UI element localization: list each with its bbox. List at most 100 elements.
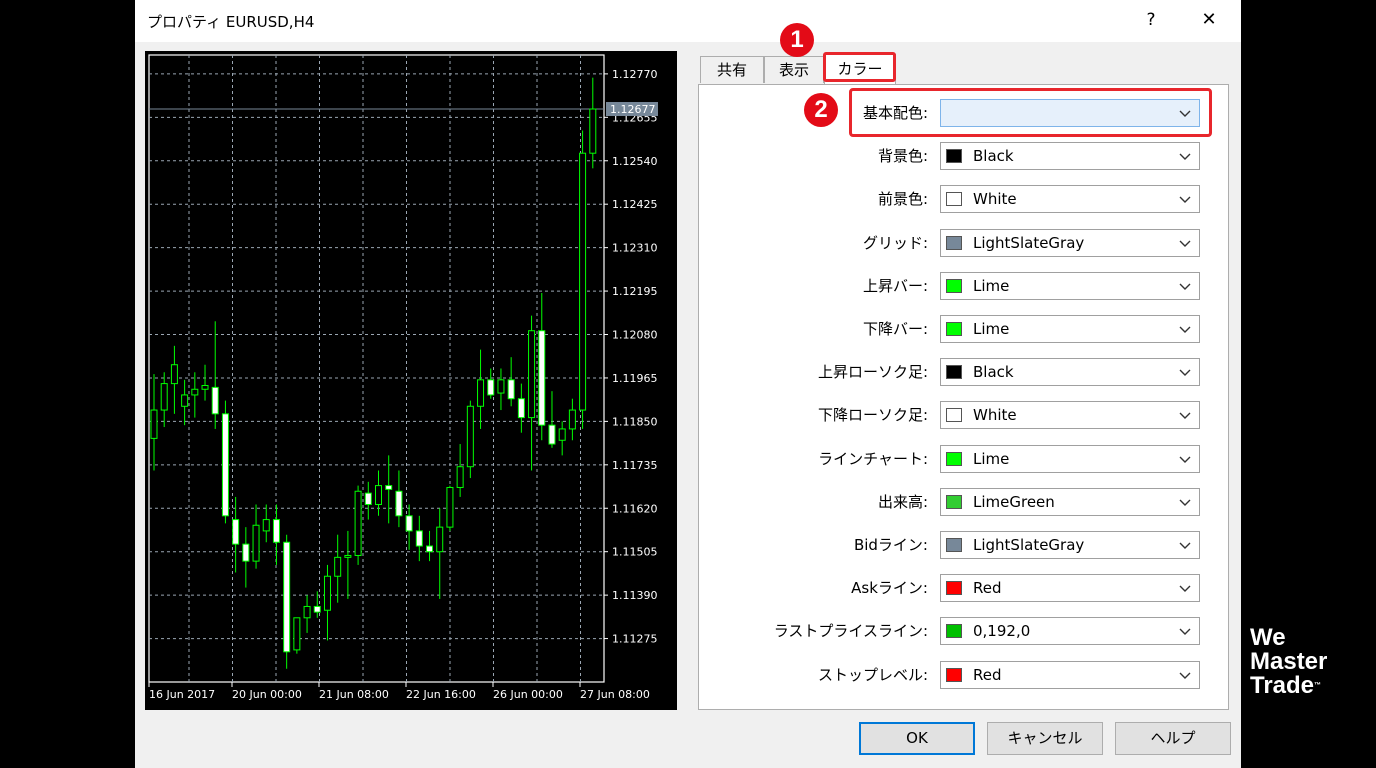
candle-body — [456, 466, 464, 488]
color-row-label: 下降バー: — [862, 320, 928, 338]
price-label: 1.12195 — [612, 285, 658, 298]
time-label: 22 Jun 16:00 — [406, 688, 476, 701]
candle-body — [517, 398, 525, 419]
color-row-label: 背景色: — [877, 147, 928, 166]
chevron-down-icon — [1179, 326, 1191, 333]
candle-body — [283, 541, 291, 653]
candle-body — [466, 405, 474, 468]
candle-body — [436, 526, 444, 553]
color-row-label: ラインチャート: — [818, 449, 928, 468]
color-row-label: 上昇バー: — [862, 276, 928, 295]
color-select[interactable]: 0,192,0 — [940, 617, 1200, 646]
color-select[interactable]: Red — [940, 660, 1200, 689]
color-row-label: ラストプライスライン: — [773, 622, 928, 641]
candle-body — [426, 545, 434, 553]
ok-button[interactable]: OK — [859, 722, 975, 755]
highlight-color-scheme-row — [849, 88, 1212, 137]
candle-body — [558, 428, 566, 441]
color-select[interactable]: LimeGreen — [940, 487, 1200, 516]
color-swatch — [946, 581, 962, 596]
help-button[interactable]: ヘルプ — [1115, 722, 1231, 755]
price-label: 1.12770 — [612, 68, 658, 81]
chevron-down-icon — [1179, 283, 1191, 290]
candle-body — [334, 556, 342, 577]
color-swatch — [946, 365, 962, 380]
price-label: 1.12080 — [612, 329, 658, 342]
chevron-down-icon — [1179, 456, 1191, 463]
color-select-value: Red — [973, 665, 1002, 684]
color-select-value: LightSlateGray — [973, 233, 1085, 252]
color-swatch — [946, 192, 962, 207]
candle-body — [160, 383, 168, 411]
candle-body — [191, 388, 199, 396]
candle-body — [589, 108, 597, 154]
color-select-value: LimeGreen — [973, 492, 1055, 511]
color-select[interactable]: Red — [940, 574, 1200, 603]
color-select[interactable]: Black — [940, 142, 1200, 171]
chevron-down-icon — [1179, 628, 1191, 636]
color-row-label: グリッド: — [862, 233, 928, 252]
price-label: 1.11620 — [612, 502, 658, 515]
time-label: 21 Jun 08:00 — [319, 688, 389, 701]
chevron-down-icon — [1179, 412, 1191, 420]
color-select[interactable]: LightSlateGray — [940, 228, 1200, 257]
cancel-button[interactable]: キャンセル — [987, 722, 1103, 755]
candle-body — [497, 379, 505, 394]
logo-tm: ™ — [1314, 682, 1322, 689]
tab-bar: 共有 表示 カラー — [700, 54, 1229, 84]
color-swatch — [946, 451, 962, 466]
current-price-label: 1.12677 — [610, 103, 656, 116]
candle-body — [344, 554, 352, 558]
color-swatch — [946, 667, 962, 682]
price-label: 1.11965 — [612, 372, 658, 385]
price-label: 1.12425 — [612, 198, 658, 211]
color-row-label: Bidライン: — [853, 536, 928, 554]
candlestick-chart: 1.127701.126551.125401.124251.123101.121… — [148, 54, 658, 701]
help-icon[interactable]: ? — [1138, 6, 1164, 34]
color-swatch — [946, 322, 962, 336]
title-bar: プロパティ EURUSD,H4 ? ✕ — [135, 0, 1241, 42]
color-select[interactable]: Lime — [940, 315, 1200, 343]
color-select-value: White — [973, 406, 1017, 425]
candle-body — [568, 409, 576, 430]
chevron-down-icon — [1179, 196, 1191, 204]
price-label: 1.11275 — [612, 633, 658, 646]
color-select[interactable]: Black — [940, 358, 1200, 387]
color-select[interactable]: White — [940, 401, 1200, 430]
candle-body — [507, 379, 515, 400]
color-select[interactable]: Lime — [940, 444, 1200, 473]
time-label: 20 Jun 00:00 — [232, 688, 302, 701]
candle-body — [150, 409, 158, 439]
color-select-value: Lime — [973, 449, 1010, 468]
candle-body — [303, 605, 311, 619]
color-select[interactable]: Lime — [940, 271, 1200, 300]
candle-body — [232, 519, 240, 545]
color-swatch — [946, 408, 962, 423]
color-select-value: White — [973, 190, 1017, 209]
candle-body — [170, 364, 178, 385]
close-icon[interactable]: ✕ — [1193, 6, 1225, 34]
time-label: 16 Jun 2017 — [149, 688, 215, 701]
candle-body — [293, 617, 301, 651]
color-select-value: Black — [973, 147, 1014, 166]
chart-frame — [148, 54, 605, 683]
candle-body — [528, 330, 536, 419]
color-select-value: LightSlateGray — [973, 536, 1085, 554]
color-select[interactable]: White — [940, 185, 1200, 214]
wemastertrade-logo: We Master Trade™ — [1250, 626, 1360, 698]
color-row-label: 前景色: — [877, 190, 928, 209]
price-label: 1.11505 — [612, 546, 658, 559]
candle-body — [354, 490, 362, 556]
candle-body — [323, 575, 331, 611]
color-select[interactable]: LightSlateGray — [940, 531, 1200, 559]
color-select-value: Black — [973, 363, 1014, 382]
color-row-label: 上昇ローソク足: — [817, 363, 928, 382]
chevron-down-icon — [1179, 585, 1191, 593]
tab-common[interactable]: 共有 — [700, 56, 764, 83]
color-select-value: Lime — [973, 276, 1010, 295]
tab-display[interactable]: 表示 — [764, 56, 824, 83]
price-label: 1.12540 — [612, 155, 658, 168]
candle-body — [313, 605, 321, 613]
time-label: 27 Jun 08:00 — [580, 688, 650, 701]
colors-panel — [698, 84, 1229, 710]
